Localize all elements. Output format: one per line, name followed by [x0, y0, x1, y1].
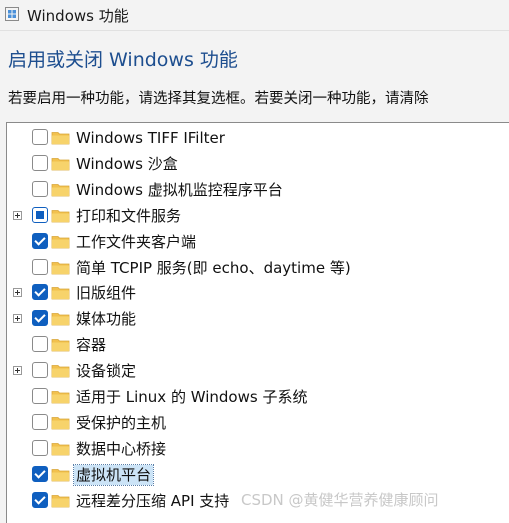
features-tree[interactable]: Windows TIFF IFilter Windows 沙盒 Windows 虚拟… [6, 122, 509, 523]
feature-checkbox[interactable] [32, 413, 48, 430]
windows-features-icon [5, 7, 19, 21]
feature-label: 设备锁定 [76, 362, 137, 381]
feature-label: 媒体功能 [76, 310, 137, 329]
folder-icon [51, 468, 70, 482]
feature-row[interactable]: 数据中心桥接 [7, 436, 509, 462]
feature-label: 受保护的主机 [76, 413, 167, 432]
feature-row[interactable]: 简单 TCPIP 服务(即 echo、daytime 等) [7, 255, 509, 281]
feature-checkbox[interactable] [32, 206, 48, 223]
expand-plus-icon[interactable] [13, 288, 22, 298]
folder-icon [51, 132, 70, 145]
feature-checkbox[interactable] [32, 388, 48, 404]
feature-label: Windows 虚拟机监控程序平台 [76, 180, 283, 199]
folder-icon [51, 209, 70, 223]
folder-icon [51, 313, 70, 326]
title-bar: Windows 功能 [0, 0, 509, 30]
feature-checkbox[interactable] [32, 310, 48, 327]
feature-label: 简单 TCPIP 服务(即 echo、daytime 等) [76, 258, 351, 277]
feature-row[interactable]: 容器 [7, 332, 509, 358]
window-title: Windows 功能 [27, 7, 129, 25]
feature-checkbox[interactable] [32, 129, 48, 145]
feature-row[interactable]: 工作文件夹客户端 [7, 229, 509, 255]
folder-icon [51, 365, 70, 378]
feature-row[interactable]: 打印和文件服务 [7, 203, 509, 229]
feature-checkbox[interactable] [32, 491, 48, 508]
feature-checkbox[interactable] [32, 362, 48, 379]
feature-checkbox[interactable] [32, 465, 48, 482]
folder-icon [51, 235, 70, 248]
page-heading: 启用或关闭 Windows 功能 [8, 49, 238, 71]
instruction-text: 若要启用一种功能，请选择其复选框。若要关闭一种功能，请清除 [8, 91, 429, 107]
feature-label: 数据中心桥接 [76, 439, 167, 458]
feature-label: 旧版组件 [76, 284, 137, 303]
feature-label: 工作文件夹客户端 [76, 232, 197, 251]
expand-plus-icon[interactable] [13, 210, 22, 220]
feature-row[interactable]: Windows TIFF IFilter [7, 125, 509, 151]
folder-icon [51, 339, 70, 352]
feature-row[interactable]: 媒体功能 [7, 306, 509, 332]
feature-row[interactable]: Windows 虚拟机监控程序平台 [7, 177, 509, 203]
folder-icon [51, 442, 70, 456]
feature-row[interactable]: 受保护的主机 [7, 410, 509, 436]
expand-plus-icon[interactable] [13, 366, 22, 376]
feature-label: 适用于 Linux 的 Windows 子系统 [76, 388, 308, 406]
folder-icon [51, 416, 70, 430]
feature-checkbox[interactable] [32, 180, 48, 197]
folder-icon [51, 183, 70, 197]
folder-icon [51, 261, 70, 274]
title-divider [0, 30, 509, 31]
feature-row[interactable]: 旧版组件 [7, 280, 509, 306]
feature-checkbox[interactable] [32, 284, 48, 301]
folder-icon [51, 157, 70, 171]
feature-label: 虚拟机平台 [72, 463, 155, 486]
feature-label: 打印和文件服务 [76, 206, 182, 225]
folder-icon [51, 287, 70, 300]
watermark-text: CSDN @黄健华营养健康顾问 [241, 491, 439, 509]
folder-icon [51, 494, 70, 507]
feature-label: Windows TIFF IFilter [76, 129, 225, 147]
feature-checkbox[interactable] [32, 439, 48, 456]
feature-checkbox[interactable] [32, 336, 48, 353]
feature-row[interactable]: 适用于 Linux 的 Windows 子系统 [7, 384, 509, 410]
feature-checkbox[interactable] [32, 258, 48, 275]
feature-checkbox[interactable] [32, 232, 48, 249]
feature-label: 远程差分压缩 API 支持 [76, 491, 230, 510]
feature-row[interactable]: 虚拟机平台 [7, 462, 509, 488]
expand-plus-icon[interactable] [13, 314, 22, 324]
feature-label: 容器 [76, 336, 107, 355]
feature-row[interactable]: 设备锁定 [7, 358, 509, 384]
feature-row[interactable]: Windows 沙盒 [7, 151, 509, 177]
feature-checkbox[interactable] [32, 154, 48, 171]
feature-label: Windows 沙盒 [76, 154, 178, 173]
folder-icon [51, 391, 70, 404]
